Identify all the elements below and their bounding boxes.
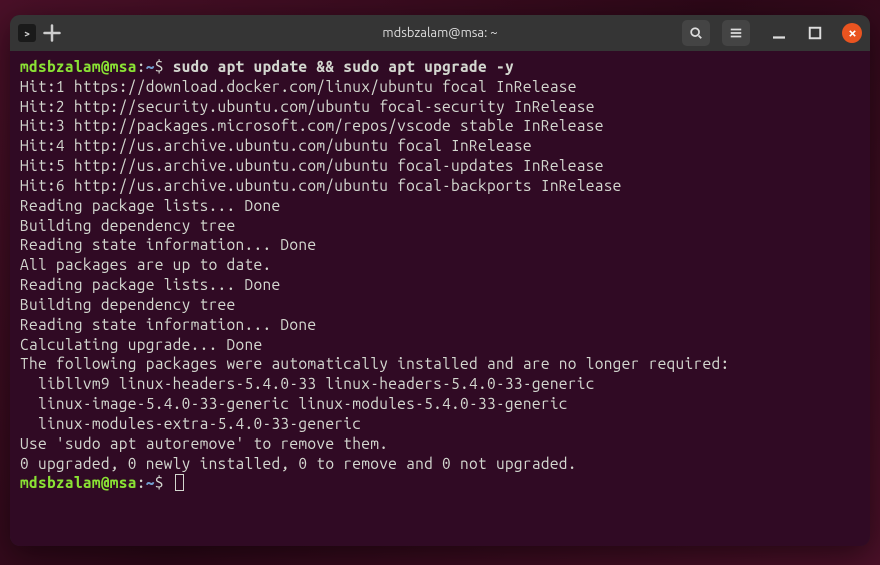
- output-line: Reading package lists... Done: [20, 275, 860, 295]
- titlebar-right: [682, 20, 862, 46]
- prompt-path: ~: [146, 474, 155, 491]
- output-line: Building dependency tree: [20, 216, 860, 236]
- output-line: Hit:5 http://us.archive.ubuntu.com/ubunt…: [20, 156, 860, 176]
- command-text: sudo apt update && sudo apt upgrade -y: [173, 58, 514, 75]
- prompt-user-host: mdsbzalam@msa: [20, 58, 137, 75]
- cursor: [175, 474, 184, 491]
- prompt-symbol: $: [155, 474, 164, 491]
- terminal-body[interactable]: mdsbzalam@msa:~$ sudo apt update && sudo…: [10, 51, 870, 546]
- prompt-line-1: mdsbzalam@msa:~$ sudo apt update && sudo…: [20, 57, 860, 77]
- titlebar-left: [18, 23, 62, 43]
- output-line: Reading state information... Done: [20, 315, 860, 335]
- output-line: Hit:6 http://us.archive.ubuntu.com/ubunt…: [20, 176, 860, 196]
- output-line: Calculating upgrade... Done: [20, 335, 860, 355]
- search-icon: [689, 26, 703, 40]
- output-line: Hit:1 https://download.docker.com/linux/…: [20, 77, 860, 97]
- titlebar: mdsbzalam@msa: ~: [10, 15, 870, 51]
- minimize-icon: [770, 24, 788, 42]
- prompt-user-host: mdsbzalam@msa: [20, 474, 137, 491]
- output-line: Use 'sudo apt autoremove' to remove them…: [20, 434, 860, 454]
- close-icon: [848, 29, 857, 38]
- prompt-line-2: mdsbzalam@msa:~$: [20, 473, 860, 493]
- new-tab-button[interactable]: [42, 23, 62, 43]
- output-line: linux-image-5.4.0-33-generic linux-modul…: [20, 394, 860, 414]
- output-line: libllvm9 linux-headers-5.4.0-33 linux-he…: [20, 374, 860, 394]
- maximize-button[interactable]: [806, 24, 824, 42]
- maximize-icon: [806, 24, 824, 42]
- prompt-path: ~: [146, 58, 155, 75]
- output-line: All packages are up to date.: [20, 255, 860, 275]
- output-line: Building dependency tree: [20, 295, 860, 315]
- output-line: Reading state information... Done: [20, 235, 860, 255]
- output-line: Reading package lists... Done: [20, 196, 860, 216]
- window-controls: [770, 23, 862, 43]
- search-button[interactable]: [682, 20, 710, 46]
- hamburger-icon: [729, 26, 743, 40]
- output-line: The following packages were automaticall…: [20, 354, 860, 374]
- terminal-window: mdsbzalam@msa: ~ mdsbzalam@msa:~: [10, 15, 870, 546]
- hamburger-menu-button[interactable]: [722, 20, 750, 46]
- prompt-symbol: $: [155, 58, 164, 75]
- terminal-app-icon: [18, 24, 36, 42]
- output-line: Hit:3 http://packages.microsoft.com/repo…: [20, 116, 860, 136]
- plus-icon: [42, 23, 62, 43]
- output-line: Hit:2 http://security.ubuntu.com/ubuntu …: [20, 97, 860, 117]
- close-button[interactable]: [842, 23, 862, 43]
- output-line: 0 upgraded, 0 newly installed, 0 to remo…: [20, 454, 860, 474]
- output-container: Hit:1 https://download.docker.com/linux/…: [20, 77, 860, 474]
- minimize-button[interactable]: [770, 24, 788, 42]
- window-title: mdsbzalam@msa: ~: [382, 26, 497, 40]
- output-line: Hit:4 http://us.archive.ubuntu.com/ubunt…: [20, 136, 860, 156]
- output-line: linux-modules-extra-5.4.0-33-generic: [20, 414, 860, 434]
